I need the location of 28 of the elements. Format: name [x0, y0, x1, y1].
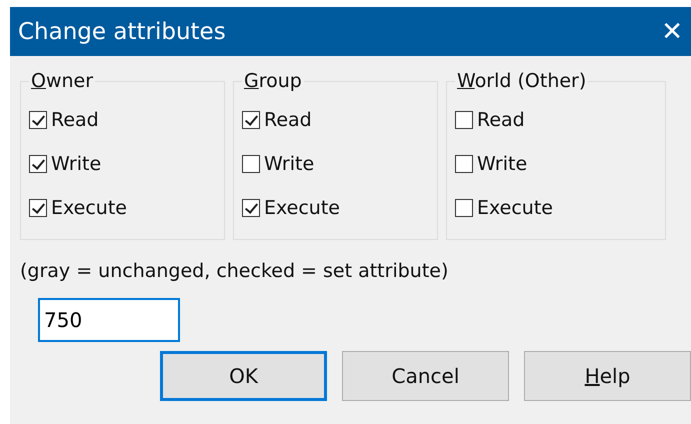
checkbox[interactable] — [455, 155, 473, 173]
window-title: Change attributes — [18, 18, 226, 44]
close-button[interactable]: ✕ — [653, 16, 691, 46]
checkbox-label: Write — [51, 153, 102, 175]
checkbox[interactable] — [242, 155, 260, 173]
dialog-button[interactable]: OK — [160, 351, 328, 401]
checkbox[interactable] — [455, 199, 473, 217]
checkbox[interactable] — [29, 155, 47, 173]
mode-field[interactable]: 750 — [38, 298, 180, 342]
hint-text: (gray = unchanged, checked = set attribute) — [20, 260, 450, 282]
dialog-button[interactable]: Cancel — [342, 351, 510, 401]
checkbox-label: Read — [477, 109, 525, 131]
checkbox[interactable] — [455, 111, 473, 129]
checkbox[interactable] — [29, 111, 47, 129]
checkbox[interactable] — [242, 199, 260, 217]
group-label: World (Other) — [456, 70, 588, 92]
checkbox[interactable] — [242, 111, 260, 129]
checkbox[interactable] — [29, 199, 47, 217]
group-label: Group — [243, 70, 303, 92]
checkbox-label: Read — [264, 109, 312, 131]
checkbox-label: Execute — [264, 197, 340, 219]
checkbox-label: Write — [477, 153, 528, 175]
dialog-button[interactable]: Help — [524, 351, 691, 401]
checkbox-label: Execute — [51, 197, 127, 219]
checkbox-label: Execute — [477, 197, 553, 219]
group-label: Owner — [30, 70, 94, 92]
checkbox-label: Write — [264, 153, 314, 175]
checkbox-label: Read — [51, 109, 99, 131]
